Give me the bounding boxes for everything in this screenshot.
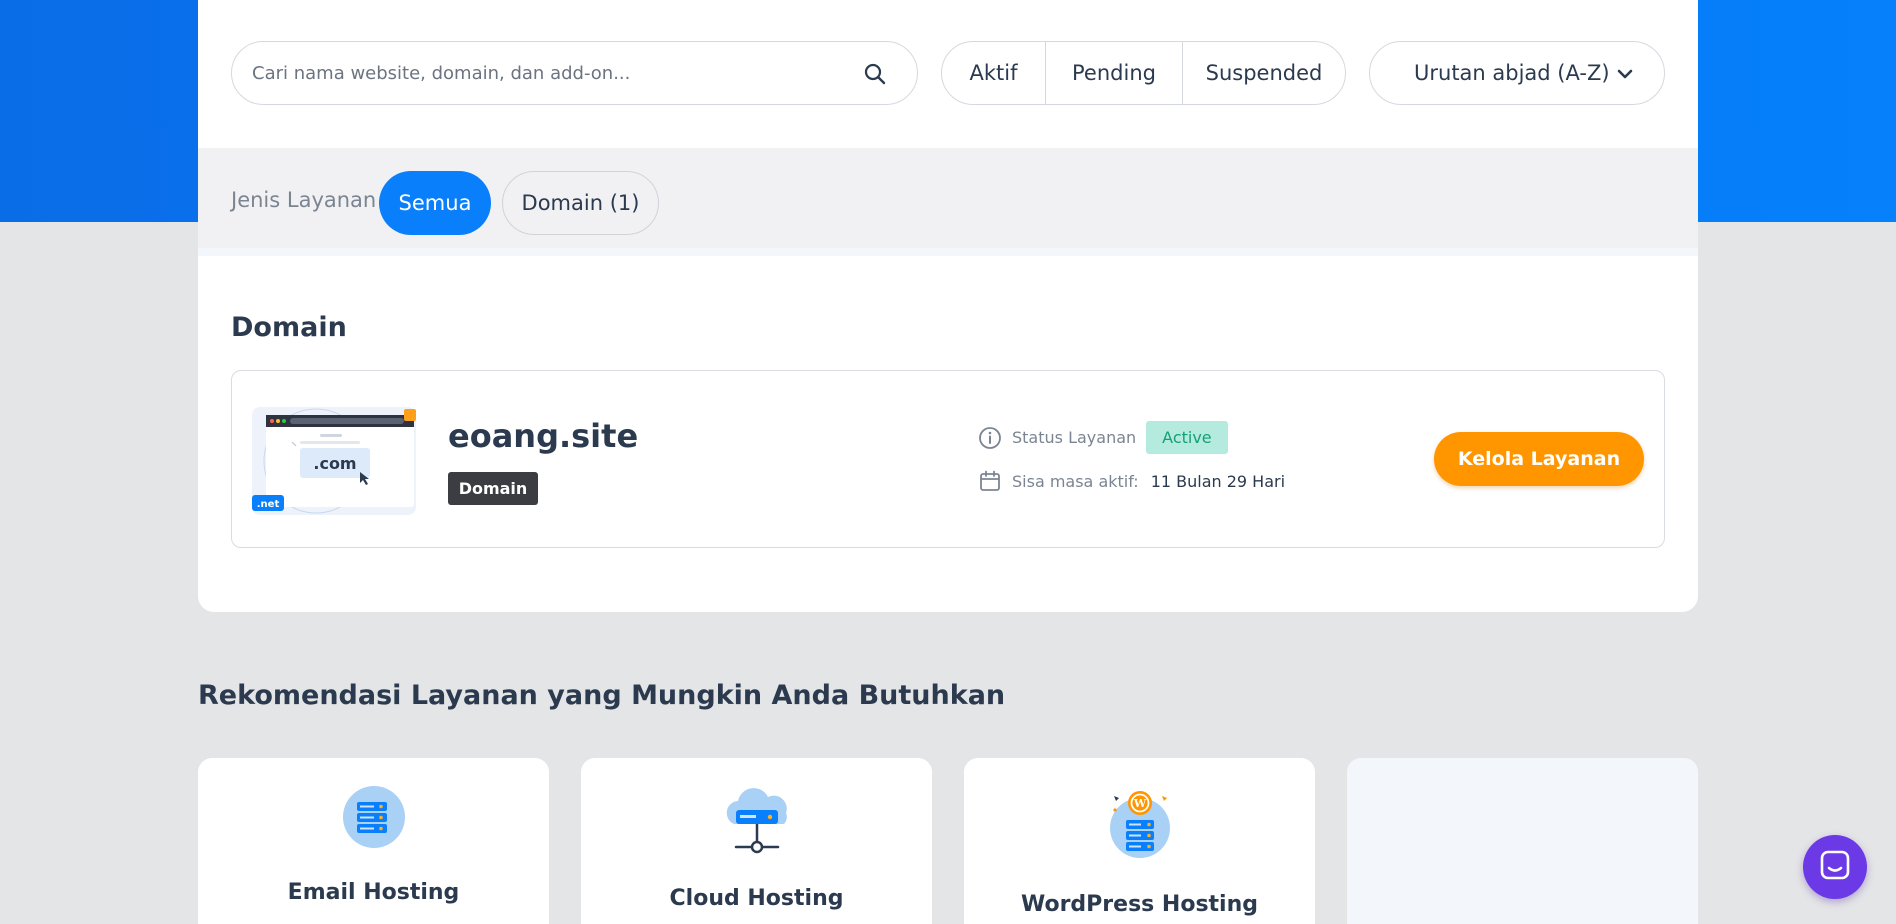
service-domain-name[interactable]: eoang.site — [448, 417, 638, 455]
manage-service-button[interactable]: Kelola Layanan — [1434, 432, 1644, 486]
rec-name-cloud-hosting: Cloud Hosting — [669, 886, 844, 911]
remaining-label: Sisa masa aktif: — [1012, 471, 1139, 491]
email-hosting-icon — [341, 784, 407, 854]
search-icon[interactable] — [863, 62, 887, 86]
rec-card-wordpress-hosting[interactable]: W WordPress Hosting — [964, 758, 1315, 924]
remaining-value: 11 Bulan 29 Hari — [1150, 471, 1286, 491]
filter-aktif[interactable]: Aktif — [942, 42, 1046, 104]
rec-card-cloud-hosting[interactable]: Cloud Hosting — [581, 758, 932, 924]
wordpress-hosting-icon: W — [1106, 786, 1174, 864]
thumb-tag-text: .net — [257, 499, 280, 510]
service-card: .com .net eoang.site Domain Status Layan… — [231, 370, 1665, 548]
service-type-badge: Domain — [448, 472, 538, 505]
rec-card-email-hosting[interactable]: Email Hosting — [198, 758, 549, 924]
sort-dropdown[interactable]: Urutan abjad (A-Z) — [1369, 41, 1665, 105]
filter-pending[interactable]: Pending — [1046, 42, 1183, 104]
status-row: Status Layanan Active — [978, 421, 1228, 454]
status-filter-group: Aktif Pending Suspended — [941, 41, 1346, 105]
status-badge: Active — [1146, 421, 1228, 454]
rec-card-placeholder — [1347, 758, 1698, 924]
info-icon — [978, 426, 1002, 450]
calendar-icon — [978, 469, 1002, 493]
status-label: Status Layanan — [1012, 428, 1137, 447]
svg-text:W: W — [1132, 797, 1146, 810]
search-input[interactable] — [252, 42, 842, 104]
chat-icon — [1820, 850, 1850, 884]
service-type-label: Jenis Layanan — [231, 188, 377, 212]
chip-semua[interactable]: Semua — [379, 171, 491, 235]
filter-suspended[interactable]: Suspended — [1183, 42, 1345, 104]
rec-name-email-hosting: Email Hosting — [287, 880, 460, 905]
chevron-down-icon — [1616, 66, 1634, 82]
service-type-bar: Jenis Layanan Semua Domain (1) — [198, 148, 1698, 256]
rec-name-wordpress-hosting: WordPress Hosting — [1020, 892, 1259, 917]
chat-launcher-button[interactable] — [1803, 835, 1867, 899]
thumb-domain-text: .com — [313, 454, 356, 473]
recommendations-title: Rekomendasi Layanan yang Mungkin Anda Bu… — [198, 680, 1006, 711]
cloud-hosting-icon — [718, 784, 796, 860]
sort-selected-label: Urutan abjad (A-Z) — [1414, 61, 1610, 85]
search-box[interactable] — [231, 41, 918, 105]
chip-domain[interactable]: Domain (1) — [502, 171, 659, 235]
remaining-row: Sisa masa aktif: 11 Bulan 29 Hari — [978, 469, 1285, 493]
section-title: Domain — [231, 312, 347, 343]
domain-illustration: .com .net — [252, 407, 416, 515]
services-panel: Aktif Pending Suspended Urutan abjad (A-… — [198, 0, 1698, 612]
